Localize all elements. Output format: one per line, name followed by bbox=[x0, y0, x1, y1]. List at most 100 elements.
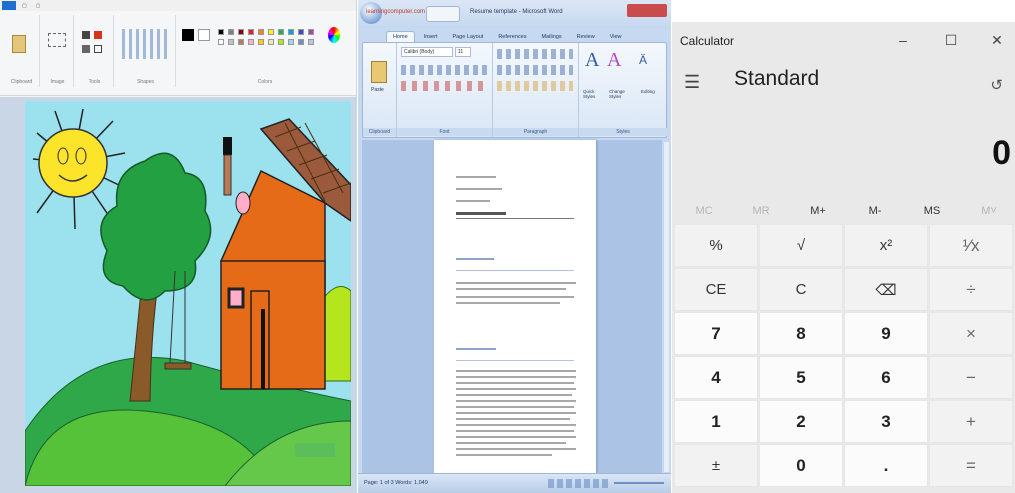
square-root-button[interactable]: √ bbox=[759, 224, 843, 267]
color-swatch[interactable] bbox=[258, 39, 264, 45]
digit-9-button[interactable]: 9 bbox=[844, 312, 928, 355]
color-swatch[interactable] bbox=[238, 29, 244, 35]
color-swatch[interactable] bbox=[218, 29, 224, 35]
percent-button[interactable]: % bbox=[674, 224, 758, 267]
paste-icon[interactable] bbox=[12, 35, 26, 53]
align-buttons[interactable] bbox=[497, 65, 573, 75]
color-swatch[interactable] bbox=[288, 29, 294, 35]
editing-icon[interactable]: Ä bbox=[639, 53, 647, 67]
color-swatch[interactable] bbox=[228, 39, 234, 45]
color-swatch[interactable] bbox=[248, 29, 254, 35]
color2-swatch[interactable] bbox=[198, 29, 210, 41]
tab-review[interactable]: Review bbox=[571, 32, 601, 42]
close-button[interactable]: ✕ bbox=[982, 30, 1012, 50]
digit-1-button[interactable]: 1 bbox=[674, 400, 758, 443]
doc-line bbox=[456, 370, 576, 372]
paste-icon[interactable] bbox=[371, 61, 387, 83]
paste-button[interactable]: Paste bbox=[371, 87, 384, 93]
document-page[interactable] bbox=[434, 140, 596, 473]
view-buttons[interactable] bbox=[548, 479, 608, 488]
reciprocal-button[interactable]: ¹⁄x bbox=[929, 224, 1013, 267]
zoom-slider[interactable] bbox=[614, 482, 664, 484]
pencil-icon[interactable] bbox=[82, 31, 90, 39]
quick-styles-icon[interactable]: A bbox=[585, 49, 599, 72]
paint-tab-view[interactable]: ▢ bbox=[33, 3, 44, 9]
memory-button-m[interactable]: M+ bbox=[790, 200, 846, 222]
color-swatch[interactable] bbox=[288, 39, 294, 45]
eraser-icon[interactable] bbox=[82, 45, 90, 53]
digit-3-button[interactable]: 3 bbox=[844, 400, 928, 443]
vertical-scrollbar[interactable] bbox=[664, 142, 669, 472]
color-swatch[interactable] bbox=[218, 39, 224, 45]
digit-6-button[interactable]: 6 bbox=[844, 356, 928, 399]
digit-0-button[interactable]: 0 bbox=[759, 444, 843, 487]
multiply-button[interactable]: × bbox=[929, 312, 1013, 355]
digit-2-button[interactable]: 2 bbox=[759, 400, 843, 443]
quick-access-toolbar[interactable] bbox=[426, 6, 460, 22]
memory-button-m[interactable]: M- bbox=[847, 200, 903, 222]
magnifier-icon[interactable] bbox=[94, 45, 102, 53]
shapes-gallery-icon[interactable] bbox=[122, 29, 168, 59]
tab-references[interactable]: References bbox=[492, 32, 532, 42]
minimize-button[interactable]: – bbox=[888, 30, 918, 50]
color-swatch[interactable] bbox=[248, 39, 254, 45]
divide-button[interactable]: ÷ bbox=[929, 268, 1013, 311]
color-swatch[interactable] bbox=[298, 29, 304, 35]
quick-styles-button[interactable]: Quick Styles bbox=[583, 89, 605, 99]
memory-button-mr[interactable]: MR bbox=[733, 200, 789, 222]
font-format-buttons[interactable] bbox=[401, 65, 487, 75]
tab-page-layout[interactable]: Page Layout bbox=[446, 32, 489, 42]
paint-tab-home[interactable]: ▢ bbox=[19, 3, 30, 9]
edit-colors-icon[interactable] bbox=[328, 27, 340, 43]
color-swatch[interactable] bbox=[228, 29, 234, 35]
negate-button[interactable]: ± bbox=[674, 444, 758, 487]
font-size-select[interactable]: 11 bbox=[455, 47, 471, 57]
digit-4-button[interactable]: 4 bbox=[674, 356, 758, 399]
change-styles-icon[interactable]: A bbox=[607, 49, 621, 72]
digit-7-button[interactable]: 7 bbox=[674, 312, 758, 355]
doc-line bbox=[456, 400, 576, 402]
color1-swatch[interactable] bbox=[182, 29, 194, 41]
digit-5-button[interactable]: 5 bbox=[759, 356, 843, 399]
maximize-button[interactable]: ☐ bbox=[936, 30, 966, 50]
color-swatch[interactable] bbox=[308, 29, 314, 35]
fill-icon[interactable] bbox=[94, 31, 102, 39]
change-styles-button[interactable]: Change Styles bbox=[609, 89, 635, 99]
memory-button-m[interactable]: M˅ bbox=[961, 200, 1015, 222]
color-swatch[interactable] bbox=[278, 39, 284, 45]
square-button[interactable]: x² bbox=[844, 224, 928, 267]
clear-entry-button[interactable]: CE bbox=[674, 268, 758, 311]
font-color-buttons[interactable] bbox=[401, 81, 487, 91]
color-swatch[interactable] bbox=[308, 39, 314, 45]
list-buttons[interactable] bbox=[497, 49, 573, 59]
decimal-button[interactable]: . bbox=[844, 444, 928, 487]
paint-canvas[interactable] bbox=[25, 101, 351, 486]
subtract-button[interactable]: − bbox=[929, 356, 1013, 399]
doc-line bbox=[456, 448, 576, 450]
editing-button[interactable]: Editing bbox=[641, 89, 655, 94]
color-swatch[interactable] bbox=[298, 39, 304, 45]
tab-insert[interactable]: Insert bbox=[418, 32, 444, 42]
font-name-select[interactable]: Calibri (Body) bbox=[401, 47, 453, 57]
equals-button[interactable]: = bbox=[929, 444, 1013, 487]
paint-file-menu-button[interactable] bbox=[2, 1, 16, 10]
tab-mailings[interactable]: Mailings bbox=[535, 32, 567, 42]
color-swatch[interactable] bbox=[238, 39, 244, 45]
color-swatch[interactable] bbox=[278, 29, 284, 35]
shading-buttons[interactable] bbox=[497, 81, 573, 91]
select-icon[interactable] bbox=[48, 33, 66, 47]
hamburger-menu-icon[interactable]: ☰ bbox=[684, 72, 700, 93]
add-button[interactable]: + bbox=[929, 400, 1013, 443]
memory-button-ms[interactable]: MS bbox=[904, 200, 960, 222]
tab-view[interactable]: View bbox=[604, 32, 628, 42]
color-swatch[interactable] bbox=[268, 39, 274, 45]
history-icon[interactable]: ↺ bbox=[990, 76, 1003, 94]
clear-button[interactable]: C bbox=[759, 268, 843, 311]
tab-home[interactable]: Home bbox=[386, 31, 415, 42]
memory-button-mc[interactable]: MC bbox=[676, 200, 732, 222]
digit-8-button[interactable]: 8 bbox=[759, 312, 843, 355]
backspace-button[interactable]: ⌫ bbox=[844, 268, 928, 311]
window-control-buttons[interactable] bbox=[627, 4, 667, 17]
color-swatch[interactable] bbox=[268, 29, 274, 35]
color-swatch[interactable] bbox=[258, 29, 264, 35]
